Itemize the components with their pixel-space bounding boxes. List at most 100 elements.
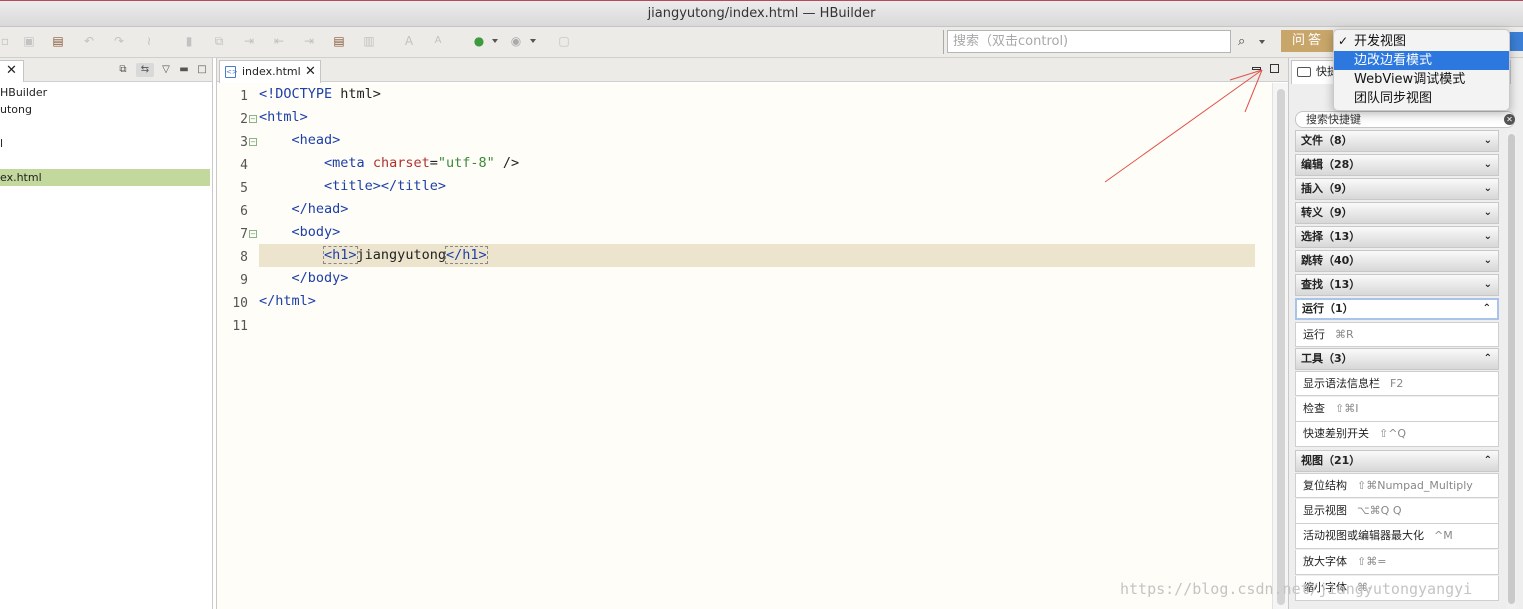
project-item-folder[interactable]: l <box>0 135 210 152</box>
category-file[interactable]: 文件（8） ⌄ <box>1295 130 1499 152</box>
shortcuts-scrollbar[interactable] <box>1507 132 1516 609</box>
new-icon[interactable]: ▫ <box>0 34 12 48</box>
view-menu-icon[interactable]: ▽ <box>159 63 173 77</box>
category-run[interactable]: 运行（1） ⌃ <box>1295 298 1499 320</box>
comment-icon[interactable]: ▥ <box>362 34 376 48</box>
qa-button[interactable]: 问答 <box>1281 30 1333 52</box>
fold-toggle-icon[interactable]: − <box>249 138 257 146</box>
command-run[interactable]: 运行 ⌘R <box>1295 322 1499 347</box>
jump-forward-icon[interactable]: ⇥ <box>302 34 316 48</box>
category-select[interactable]: 选择（13） ⌄ <box>1295 226 1499 248</box>
copy-icon[interactable]: ⧉ <box>212 34 226 48</box>
category-label: 视图（21） <box>1301 454 1361 467</box>
code-area[interactable]: 1 2 3 4 5 6 7 8 9 10 11 − − − <!DOCTYPE … <box>217 83 1272 609</box>
html-file-icon: <> <box>225 66 238 78</box>
search-button[interactable]: ⌕ <box>1238 32 1266 52</box>
link-editor-icon[interactable]: ⇆ <box>136 63 154 77</box>
jump-back-icon[interactable]: ⇤ <box>272 34 286 48</box>
menu-item-live-edit[interactable]: 边改边看模式 <box>1334 51 1509 70</box>
editor-scrollbar[interactable] <box>1272 83 1288 609</box>
menu-item-webview-debug[interactable]: WebView调试模式 <box>1334 70 1509 89</box>
browser-icon[interactable]: ◉ <box>509 34 523 48</box>
shortcuts-scroll-thumb[interactable] <box>1508 134 1515 604</box>
category-view[interactable]: 视图（21） ⌃ <box>1295 450 1499 472</box>
redo-icon[interactable]: ↷ <box>112 34 126 48</box>
category-escape[interactable]: 转义（9） ⌄ <box>1295 202 1499 224</box>
project-explorer: ✕ ⧉ ⇆ ▽ ▬ □ HBuilder utong l ex.html <box>0 58 213 609</box>
line-number: 9 <box>240 273 248 288</box>
fold-toggle-icon[interactable]: − <box>249 115 257 123</box>
command-shortcut: ⇧^Q <box>1379 427 1407 440</box>
chat-icon[interactable]: ▢ <box>557 34 571 48</box>
line-number: 10 <box>232 296 248 311</box>
command-zoom-in[interactable]: 放大字体 ⇧⌘= <box>1295 550 1499 575</box>
project-item-jiangyutong[interactable]: utong <box>0 101 210 118</box>
command-label: 复位结构 <box>1303 479 1347 492</box>
editor-maximize-icon[interactable] <box>1270 64 1279 73</box>
command-show-view[interactable]: 显示视图 ⌥⌘Q Q <box>1295 499 1499 524</box>
editor-minimize-icon[interactable] <box>1252 67 1261 70</box>
save-icon[interactable]: ▣ <box>22 34 36 48</box>
chevron-down-icon: ⌄ <box>1483 207 1492 218</box>
menu-item-label: WebView调试模式 <box>1354 72 1466 87</box>
preview-icon[interactable]: ▤ <box>332 34 346 48</box>
project-item-blank[interactable] <box>0 118 210 135</box>
tab-index-html[interactable]: <> index.html ✕ <box>219 60 321 83</box>
maximize-icon[interactable]: □ <box>195 63 209 77</box>
collapse-all-icon[interactable]: ⧉ <box>116 63 130 77</box>
chevron-down-icon: ⌄ <box>1483 255 1492 266</box>
run-dropdown-icon[interactable] <box>492 39 498 43</box>
close-icon[interactable]: ✕ <box>0 60 24 82</box>
toolbar: ▫ ▣ ▤ ↶ ↷ ≀ ▮ ⧉ ⇥ ⇤ ⇥ ▤ ▥ A A ● ◉ ▢ 搜索（双… <box>0 27 1523 58</box>
close-tab-icon[interactable]: ✕ <box>305 61 316 82</box>
project-item-index-html[interactable]: ex.html <box>0 169 210 186</box>
project-explorer-header: ✕ ⧉ ⇆ ▽ ▬ □ <box>0 58 212 82</box>
category-find[interactable]: 查找（13） ⌄ <box>1295 274 1499 296</box>
category-label: 工具（3） <box>1301 352 1353 365</box>
browser-dropdown-icon[interactable] <box>530 39 536 43</box>
category-edit[interactable]: 编辑（28） ⌄ <box>1295 154 1499 176</box>
run-icon[interactable]: ● <box>472 34 486 48</box>
command-check[interactable]: 检查 ⇧⌘I <box>1295 397 1499 422</box>
minimize-icon[interactable]: ▬ <box>177 63 191 77</box>
bookmark-icon[interactable]: ▮ <box>182 34 196 48</box>
shortcut-search-input[interactable]: 搜索快捷键 ✕ <box>1295 111 1515 128</box>
clear-search-icon[interactable]: ✕ <box>1504 114 1515 125</box>
undo-icon[interactable]: ↶ <box>82 34 96 48</box>
category-goto[interactable]: 跳转（40） ⌄ <box>1295 250 1499 272</box>
chevron-down-icon: ⌄ <box>1483 279 1492 290</box>
command-quick-diff[interactable]: 快速差别开关 ⇧^Q <box>1295 422 1499 447</box>
save-all-icon[interactable]: ▤ <box>51 34 65 48</box>
command-maximize-view[interactable]: 活动视图或编辑器最大化 ^M <box>1295 524 1499 549</box>
category-label: 编辑（28） <box>1301 158 1361 171</box>
command-reset-layout[interactable]: 复位结构 ⇧⌘Numpad_Multiply <box>1295 473 1499 498</box>
command-syntax-bar[interactable]: 显示语法信息栏 F2 <box>1295 371 1499 396</box>
code-line-9: </body> <box>291 270 349 286</box>
format-icon[interactable]: ≀ <box>142 34 156 48</box>
category-label: 查找（13） <box>1301 278 1361 291</box>
editor-scroll-thumb[interactable] <box>1277 89 1285 605</box>
font-decrease-icon[interactable]: A <box>431 34 445 48</box>
chevron-up-icon: ⌃ <box>1482 303 1491 314</box>
global-search-input[interactable]: 搜索（双击control) <box>947 30 1231 53</box>
line-number: 2 <box>240 112 248 127</box>
chevron-up-icon: ⌃ <box>1483 455 1492 466</box>
category-insert[interactable]: 插入（9） ⌄ <box>1295 178 1499 200</box>
search-dropdown-icon <box>1259 40 1265 44</box>
code-line-2: <html> <box>259 109 308 125</box>
project-item-blank-2[interactable] <box>0 152 210 169</box>
category-tools[interactable]: 工具（3） ⌃ <box>1295 348 1499 370</box>
code-line-5: <title></title> <box>324 178 446 194</box>
category-label: 插入（9） <box>1301 182 1353 195</box>
menu-item-dev-view[interactable]: ✓ 开发视图 <box>1334 32 1509 51</box>
checkmark-icon: ✓ <box>1338 34 1349 48</box>
command-label: 检查 <box>1303 402 1325 415</box>
menu-item-team-sync[interactable]: 团队同步视图 <box>1334 89 1509 108</box>
export-icon[interactable]: ⇥ <box>242 34 256 48</box>
line-number: 11 <box>232 319 248 334</box>
font-increase-icon[interactable]: A <box>402 34 416 48</box>
command-label: 显示语法信息栏 <box>1303 377 1380 390</box>
project-item-hbuilder[interactable]: HBuilder <box>0 84 210 101</box>
fold-toggle-icon[interactable]: − <box>249 230 257 238</box>
